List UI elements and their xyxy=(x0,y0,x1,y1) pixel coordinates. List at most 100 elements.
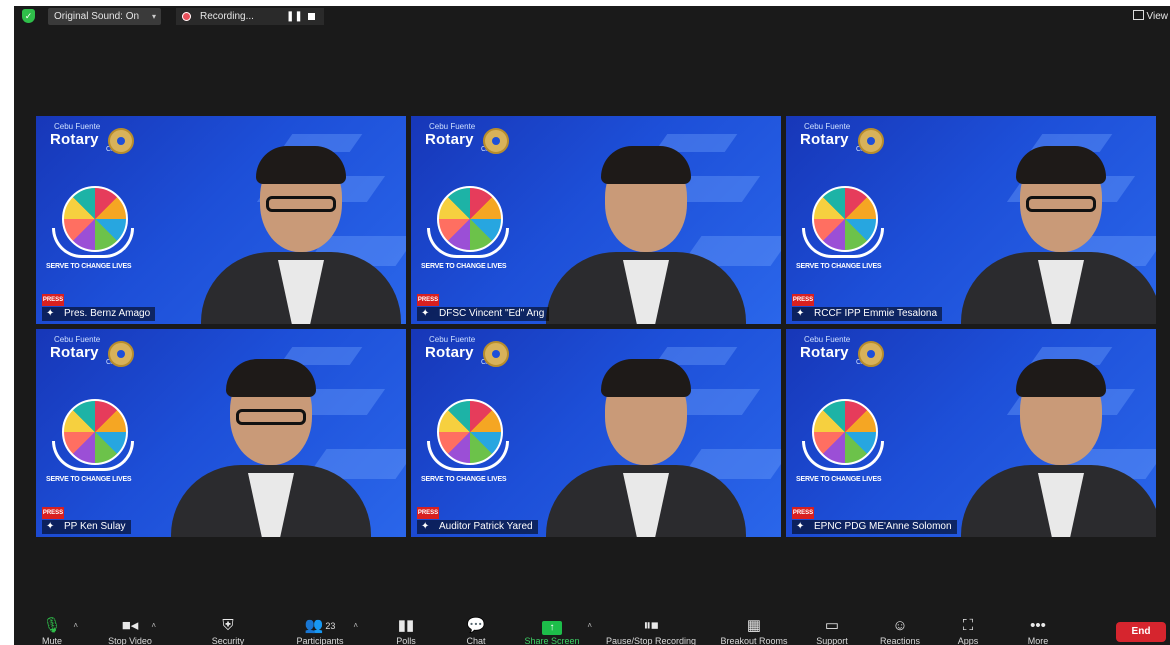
zoom-meeting-window: ✓ Original Sound: On ▾ Recording... ❚❚ V… xyxy=(14,6,1170,645)
participants-label: Participants xyxy=(296,636,344,645)
participant-name: DFSC Vincent "Ed" Ang xyxy=(439,308,545,319)
video-tile[interactable]: Cebu Fuente Rotary Club SERVE TO CHANGE … xyxy=(786,116,1156,324)
mic-muted-icon: ✦ xyxy=(46,521,55,532)
apps-button[interactable]: ⛶ Apps xyxy=(938,617,998,645)
original-sound-toggle[interactable]: Original Sound: On ▾ xyxy=(48,8,162,25)
chevron-up-icon[interactable]: ˄ xyxy=(73,621,78,630)
rotary-wheel-icon xyxy=(483,128,509,154)
reactions-button[interactable]: ☺ Reactions xyxy=(870,617,930,645)
pause-stop-recording-button[interactable]: ⏸⏹ Pause/Stop Recording xyxy=(606,617,696,645)
participant-hair xyxy=(1016,359,1106,397)
breakout-rooms-icon: ▦ xyxy=(746,617,762,634)
hand-icon xyxy=(52,228,134,258)
press-badge: PRESS xyxy=(417,507,439,519)
hand-icon xyxy=(52,441,134,471)
club-city: Cebu Fuente xyxy=(54,335,101,344)
participants-button[interactable]: 👥 23 Participants ˄ xyxy=(290,617,358,645)
video-tile[interactable]: Cebu Fuente Rotary Club SERVE TO CHANGE … xyxy=(411,116,781,324)
chat-icon: 💬 xyxy=(466,617,486,634)
tagline: SERVE TO CHANGE LIVES xyxy=(796,263,882,270)
record-dot-icon xyxy=(182,12,191,21)
polls-label: Polls xyxy=(396,636,416,645)
support-label: Support xyxy=(816,636,848,645)
share-screen-button[interactable]: ↑ Share Screen ˄ xyxy=(522,617,592,645)
rotary-wheel-icon xyxy=(108,341,134,367)
pause-icon[interactable]: ❚❚ xyxy=(286,8,303,25)
chevron-up-icon[interactable]: ˄ xyxy=(151,621,156,630)
view-button[interactable]: View xyxy=(1132,8,1169,25)
participant-hair xyxy=(1016,146,1106,184)
chat-label: Chat xyxy=(466,636,486,645)
participant-video xyxy=(171,347,371,537)
glasses xyxy=(266,196,336,212)
shield-icon: ⛨ xyxy=(222,617,234,634)
chevron-down-icon[interactable]: ▾ xyxy=(152,8,156,25)
video-tile[interactable]: Cebu Fuente Rotary Club SERVE TO CHANGE … xyxy=(36,329,406,537)
video-tile[interactable]: Cebu Fuente Rotary Club SERVE TO CHANGE … xyxy=(411,329,781,537)
participant-name: EPNC PDG ME'Anne Solomon xyxy=(814,521,952,532)
chevron-up-icon[interactable]: ˄ xyxy=(587,621,592,630)
participant-hair xyxy=(601,146,691,184)
share-screen-label: Share Screen xyxy=(524,636,580,645)
recording-indicator: Recording... ❚❚ xyxy=(176,8,324,25)
participant-name-tag: ✦ Auditor Patrick Yared xyxy=(417,520,538,534)
reactions-icon: ☺ xyxy=(892,617,908,634)
stop-icon[interactable] xyxy=(308,13,315,20)
mic-muted-icon: ✦ xyxy=(796,521,805,532)
participants-count: 23 xyxy=(325,621,336,631)
rotary-wheel-icon xyxy=(483,341,509,367)
breakout-rooms-label: Breakout Rooms xyxy=(720,636,788,645)
stop-video-label: Stop Video xyxy=(108,636,152,645)
participant-name-tag: ✦ Pres. Bernz Amago xyxy=(42,307,156,321)
top-bar: ✓ Original Sound: On ▾ Recording... ❚❚ V… xyxy=(14,6,1170,28)
apps-label: Apps xyxy=(957,636,979,645)
tagline: SERVE TO CHANGE LIVES xyxy=(796,476,882,483)
polls-icon: ▮▮ xyxy=(397,617,415,634)
mic-muted-icon: ✦ xyxy=(421,308,430,319)
security-shield-icon[interactable]: ✓ xyxy=(22,9,35,23)
glasses xyxy=(1026,196,1096,212)
participant-video xyxy=(546,347,746,537)
participant-hair xyxy=(256,146,346,184)
mic-muted-icon: ✦ xyxy=(46,308,55,319)
support-icon: ▭ xyxy=(824,617,840,634)
mute-button[interactable]: 🎙 Mute ˄ xyxy=(22,617,82,645)
participant-hair xyxy=(601,359,691,397)
participant-name-tag: ✦ PP Ken Sulay xyxy=(42,520,131,534)
club-city: Cebu Fuente xyxy=(804,122,851,131)
press-badge: PRESS xyxy=(42,294,64,306)
hand-icon xyxy=(427,441,509,471)
grid-view-icon xyxy=(1132,10,1144,20)
tagline: SERVE TO CHANGE LIVES xyxy=(46,476,132,483)
participant-name-tag: ✦ DFSC Vincent "Ed" Ang xyxy=(417,307,550,321)
hand-icon xyxy=(802,228,884,258)
support-button[interactable]: ▭ Support xyxy=(802,617,862,645)
participants-icon: 👥 xyxy=(304,617,324,634)
participant-name-tag: ✦ RCCF IPP Emmie Tesalona xyxy=(792,307,943,321)
more-label: More xyxy=(1027,636,1049,645)
participant-video xyxy=(961,134,1156,324)
polls-button[interactable]: ▮▮ Polls xyxy=(376,617,436,645)
participant-name: RCCF IPP Emmie Tesalona xyxy=(814,308,938,319)
rotary-wheel-icon xyxy=(858,341,884,367)
press-badge: PRESS xyxy=(42,507,64,519)
breakout-rooms-button[interactable]: ▦ Breakout Rooms xyxy=(714,617,794,645)
video-tile[interactable]: Cebu Fuente Rotary Club SERVE TO CHANGE … xyxy=(786,329,1156,537)
rotary-wheel-icon xyxy=(108,128,134,154)
chevron-up-icon[interactable]: ˄ xyxy=(353,621,358,630)
reactions-label: Reactions xyxy=(879,636,921,645)
more-button[interactable]: ••• More xyxy=(1008,617,1068,645)
recording-label: Pause/Stop Recording xyxy=(606,636,697,645)
glasses xyxy=(236,409,306,425)
view-label: View xyxy=(1146,11,1169,22)
stop-video-button[interactable]: ■◂ Stop Video ˄ xyxy=(100,617,160,645)
club-city: Cebu Fuente xyxy=(54,122,101,131)
security-button[interactable]: ⛨ Security xyxy=(198,617,258,645)
rotary-wheel-icon xyxy=(858,128,884,154)
press-badge: PRESS xyxy=(417,294,439,306)
chat-button[interactable]: 💬 Chat xyxy=(446,617,506,645)
club-city: Cebu Fuente xyxy=(429,122,476,131)
press-badge: PRESS xyxy=(792,294,814,306)
video-tile[interactable]: Cebu Fuente Rotary Club SERVE TO CHANGE … xyxy=(36,116,406,324)
end-meeting-button[interactable]: End xyxy=(1116,622,1166,642)
